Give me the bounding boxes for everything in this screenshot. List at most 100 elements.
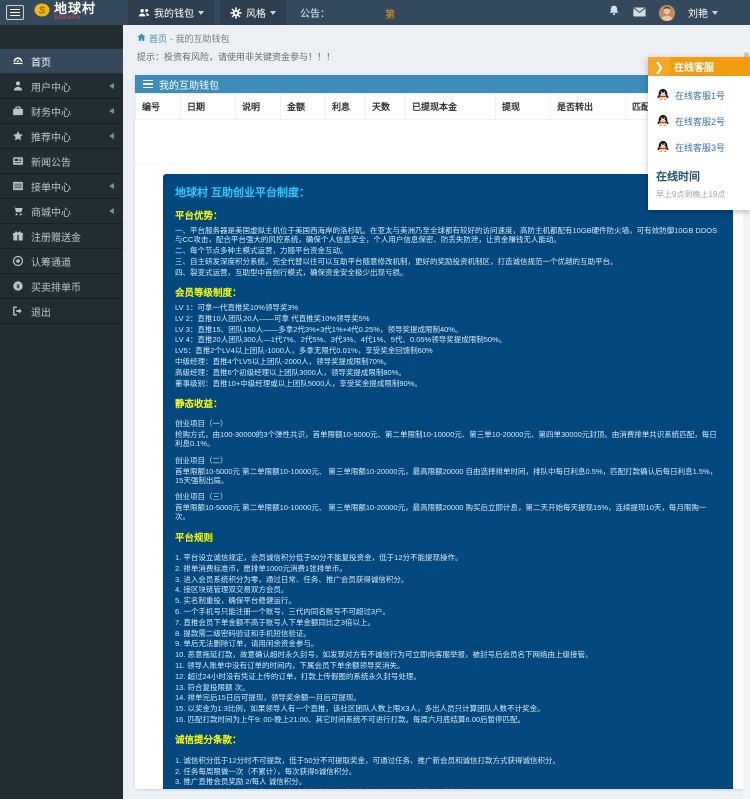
chevron-down-icon: [270, 11, 276, 15]
rules-section-heading-3: 平台规则: [175, 530, 721, 544]
rules-line: 中级经理：直推4个LV5以上团队-2000人，领导奖提成限制70%。: [175, 357, 721, 366]
sidebar-item-label: 用户中心: [31, 79, 71, 94]
announcement-label: 公告：: [300, 5, 330, 20]
sidebar-toggle-button[interactable]: [6, 5, 24, 20]
online-service-header: ❯ 在线客服: [648, 57, 750, 76]
sidebar-item-label: 接单中心: [31, 179, 71, 194]
chevron-down-icon: [712, 11, 718, 15]
rules-line: 10. 恶意拖延打款，故意确认超时永久封号，如发现对方有不诚信行为可立即向客服举…: [175, 650, 721, 659]
brand-subtitle: 互助创业平台: [54, 15, 80, 19]
user-name-label: 刘艳: [688, 5, 708, 20]
service-link-0[interactable]: 在线客服1号: [656, 82, 744, 108]
wallet-column-header-3: 金额: [281, 94, 326, 120]
rules-line: 16. 匹配打款时间为上午9: 00-晚上21:00、其它时间系统不可进行打款。…: [175, 715, 721, 724]
chevron-left-icon: [109, 183, 114, 189]
sidebar-item-3[interactable]: 推荐中心: [0, 124, 123, 149]
wallet-column-header-6: 已提现本金: [406, 94, 496, 120]
service-link-1[interactable]: 在线客服2号: [656, 108, 744, 134]
navbar-menu-0[interactable]: 我的钱包: [128, 0, 214, 25]
rules-line: 13. 符合复投限额 次。: [175, 683, 721, 692]
rules-line: 3. 推广直推会员奖励 2/每人 诚信积分。: [175, 777, 721, 786]
brand-logo[interactable]: S 地球村 互助创业平台: [34, 2, 102, 23]
sidebar-item-2[interactable]: 财务中心: [0, 99, 123, 124]
rules-line: 2. 排单消费标准币，愿排单1000元消费1张排单币。: [175, 564, 721, 573]
sidebar-item-7[interactable]: 注册赠送金: [0, 224, 123, 249]
rules-line: 5. 实名制重投，确保平台稳健运行。: [175, 596, 721, 605]
rules-line: 创业项目（一）: [175, 419, 721, 428]
rules-line: 1. 平台设立诚信规定，会员诚信积分低于50分不能复投资金，低于12分不能提现操…: [175, 553, 721, 562]
wallet-column-header-1: 日期: [181, 94, 236, 120]
sidebar-item-4[interactable]: 新闻公告: [0, 149, 123, 174]
service-link-2[interactable]: 在线客服3号: [656, 134, 744, 160]
rules-line: LV 4：直推20人团队300人—1代7%、2代5%、3代3%、4代1%、5代、…: [175, 335, 721, 344]
wallet-column-header-5: 天数: [366, 94, 406, 120]
sidebar-item-label: 商城中心: [31, 204, 71, 219]
user-menu[interactable]: 刘艳: [688, 5, 718, 20]
service-link-label: 在线客服2号: [675, 115, 725, 128]
coin-s-icon: S: [34, 3, 50, 22]
navbar-menu-label: 风格: [246, 5, 266, 20]
online-service-body: 在线客服1号在线客服2号在线客服3号 在线时间 早上9点到晚上19点: [648, 76, 750, 210]
rules-section-heading-1: 会员等级制度：: [175, 285, 721, 299]
rules-line: 4. 接区块链管理双交易双方会员。: [175, 585, 721, 594]
rules-line: 1. 诚信积分低于12分时不可提款，低于50分不可提取奖金，可通过任务、推广新会…: [175, 756, 721, 765]
sidebar: 首页用户中心财务中心推荐中心新闻公告接单中心商城中心注册赠送金认筹通道 ¥买卖排单…: [0, 25, 123, 799]
rules-line: 4. 1小时内打款奖励3诚信积分，2小时内打款奖励2诚信积分，3小时内打款奖励1…: [175, 788, 721, 789]
navbar-menu-1[interactable]: 风格: [220, 0, 286, 25]
sidebar-item-0[interactable]: 首页: [0, 49, 123, 74]
sidebar-item-10[interactable]: 退出: [0, 299, 123, 324]
rules-section-heading-0: 平台优势：: [175, 208, 721, 222]
rules-line: 三、自主研发深度积分系统，完全代替以往可以互助平台随意修改机制，更好的奖励投资机…: [175, 257, 721, 266]
online-service-title: 在线客服: [670, 59, 714, 74]
service-link-label: 在线客服1号: [675, 89, 725, 102]
list-menu-icon: [143, 80, 153, 89]
breadcrumb-home-link[interactable]: 首页: [149, 32, 167, 45]
navbar-right: 刘艳: [608, 0, 718, 25]
rules-line: 董事级别：直推10+中级经理或以上团队5000人，享受奖金提成限制90%。: [175, 379, 721, 388]
rules-line: 9. 单后无法删除订单，请用闲余资金参与。: [175, 639, 721, 648]
sidebar-item-6[interactable]: 商城中心: [0, 199, 123, 224]
sidebar-item-label: 买卖排单币: [31, 279, 81, 294]
rules-line: 抢购方式，由100-30000的3个弹性共识，首单限额10-5000元、第二单限…: [175, 430, 721, 449]
rules-line: 6. 一个手机号只能注册一个账号，三代内同名账号不可超过3户。: [175, 607, 721, 616]
rules-line: 8. 提款需二级密码验证和手机短信验证。: [175, 629, 721, 638]
rules-line: 2. 任务每周限做一次（不累计），每次获得5诚信积分。: [175, 767, 721, 776]
rules-line: 高级经理：直推6个初级经理以上团队3000人，领导奖提成限制80%。: [175, 368, 721, 377]
target-icon: [12, 255, 24, 267]
rules-line: 二、每个节点多种主模式运营，力随平台资金互动。: [175, 246, 721, 255]
rules-title: 地球村 互助创业平台制度：: [175, 184, 721, 200]
wallet-panel-title: 我的互助钱包: [159, 77, 219, 92]
rules-section-heading-4: 诚信提分条款：: [175, 732, 721, 746]
avatar[interactable]: [659, 5, 675, 21]
rules-block: 地球村 互助创业平台制度： 平台优势：一、平台服务器是美国虚拟主机位于美国西海岸…: [163, 174, 733, 789]
wallet-column-header-4: 利息: [326, 94, 366, 120]
navbar-menus: 我的钱包 风格: [128, 0, 292, 25]
rules-spacer: [175, 487, 721, 491]
sidebar-item-1[interactable]: 用户中心: [0, 74, 123, 99]
rules-line: LV5：直推2个LV4以上团队-1000人，多拿无限代0.01%，享受奖金回馈制…: [175, 346, 721, 355]
wallet-column-header-8: 是否转出: [551, 94, 626, 120]
rules-line: 创业项目（三）: [175, 492, 721, 501]
rules-line: 首单限额10-5000元 第二单限额10-10000元、 第三单限额10-200…: [175, 467, 721, 486]
chevron-left-icon: [109, 208, 114, 214]
rules-line: 12. 超过24小时没有凭证上传的订单，打款上传假图的系统永久封号处理。: [175, 672, 721, 681]
qq-penguin-icon: [656, 88, 670, 102]
chevron-down-icon: [198, 11, 204, 15]
sidebar-item-label: 认筹通道: [31, 254, 71, 269]
newspaper-icon: [12, 155, 24, 167]
sidebar-item-label: 推荐中心: [31, 129, 71, 144]
sidebar-item-9[interactable]: ¥买卖排单币: [0, 274, 123, 299]
rules-spacer: [175, 414, 721, 418]
svg-text:S: S: [39, 6, 46, 17]
chevron-left-icon: [109, 133, 114, 139]
sidebar-item-label: 退出: [31, 304, 51, 319]
bell-icon[interactable]: [608, 4, 620, 22]
rules-spacer: [175, 548, 721, 552]
envelope-icon[interactable]: [633, 4, 646, 22]
chevron-left-icon: [109, 108, 114, 114]
sidebar-item-8[interactable]: 认筹通道: [0, 249, 123, 274]
sidebar-item-5[interactable]: 接单中心: [0, 174, 123, 199]
navbar-menu-label: 我的钱包: [154, 5, 194, 20]
panel-collapse-arrow-icon[interactable]: ❯: [648, 57, 670, 76]
breadcrumb-current: - 我的互助钱包: [170, 32, 230, 45]
